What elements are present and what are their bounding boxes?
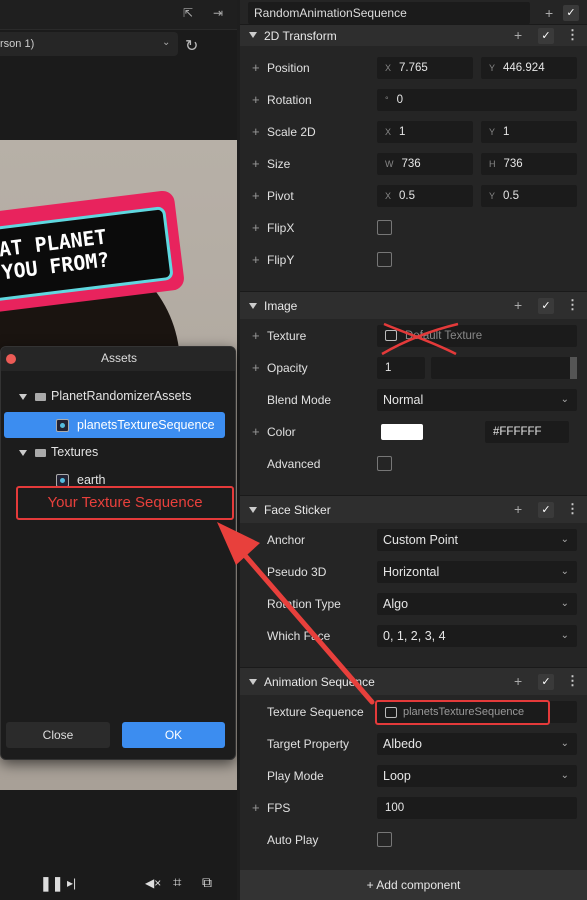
annotation-arrow: [217, 522, 375, 705]
